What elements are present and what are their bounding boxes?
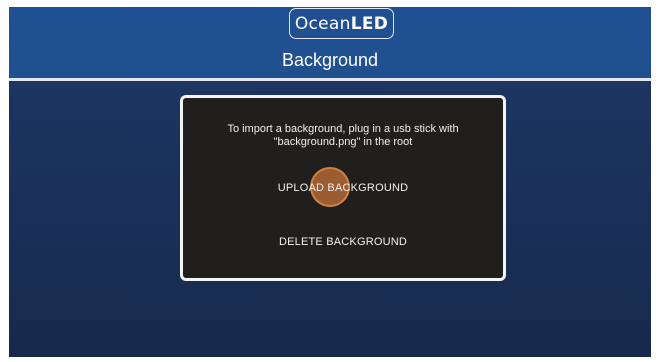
instructions-line-1: To import a background, plug in a usb st… bbox=[227, 123, 459, 135]
upload-background-button[interactable]: UPLOAD BACKGROUND bbox=[243, 178, 443, 198]
import-instructions: To import a background, plug in a usb st… bbox=[193, 123, 493, 149]
delete-background-label: DELETE BACKGROUND bbox=[278, 236, 408, 248]
instructions-line-2: "background.png" in the root bbox=[273, 136, 413, 148]
header-bar: Ocean LED Background bbox=[9, 7, 651, 78]
upload-background-label: UPLOAD BACKGROUND bbox=[277, 182, 409, 194]
delete-background-button[interactable]: DELETE BACKGROUND bbox=[243, 232, 443, 252]
brand-logo: Ocean LED bbox=[289, 8, 394, 39]
background-dialog: To import a background, plug in a usb st… bbox=[180, 95, 506, 281]
logo-text-led: LED bbox=[350, 13, 389, 34]
app-screen: Ocean LED Background To import a backgrou… bbox=[9, 7, 651, 357]
logo-text-ocean: Ocean bbox=[294, 13, 351, 34]
page-title: Background bbox=[281, 50, 379, 70]
